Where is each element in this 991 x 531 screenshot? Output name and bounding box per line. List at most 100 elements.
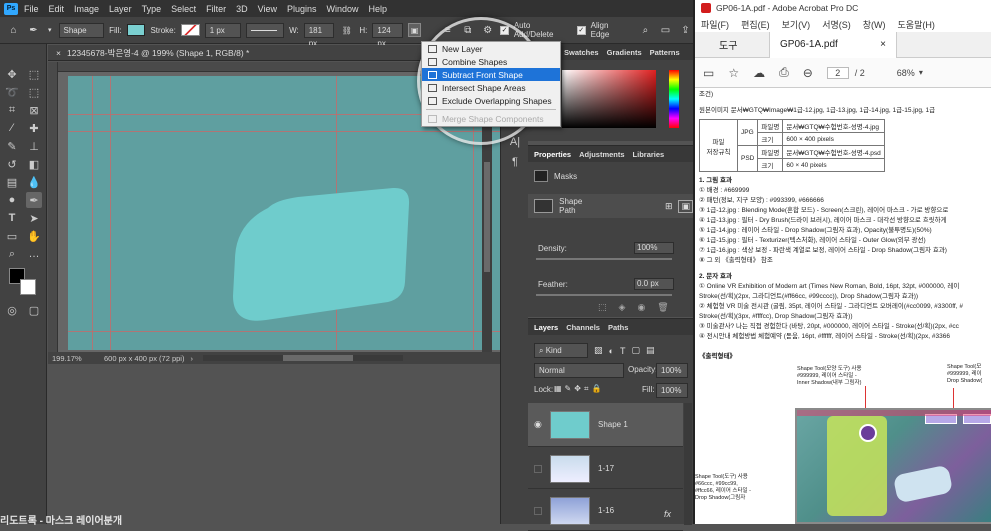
menu-file[interactable]: File xyxy=(24,4,39,14)
tab-properties[interactable]: Properties xyxy=(534,150,571,159)
layers-scrollbar[interactable] xyxy=(684,403,692,525)
opacity-input[interactable]: 100% xyxy=(656,363,688,378)
fill-swatch[interactable] xyxy=(126,24,146,36)
filter-type-icon[interactable]: T xyxy=(620,346,626,356)
filter-adjustment-icon[interactable]: ◐ xyxy=(609,346,614,356)
fx-icon[interactable]: fx xyxy=(664,509,671,519)
rounded-shape[interactable] xyxy=(228,186,418,331)
dodge-tool-icon[interactable]: ● xyxy=(4,192,20,208)
align-edge-checkbox[interactable]: ✓ xyxy=(577,25,586,35)
guide-line[interactable] xyxy=(68,331,500,332)
tab-patterns[interactable]: Patterns xyxy=(650,48,680,57)
tab-document[interactable]: GP06-1A.pdf × xyxy=(769,31,897,58)
chevron-right-icon[interactable]: › xyxy=(190,354,193,363)
history-brush-icon[interactable]: ↺ xyxy=(4,156,20,172)
feather-slider[interactable] xyxy=(536,294,672,296)
gradient-tool-icon[interactable]: ▤ xyxy=(4,174,20,190)
menu-item-subtract-front-shape[interactable]: Subtract Front Shape xyxy=(422,68,560,81)
visibility-eye-icon[interactable]: ◉ xyxy=(534,419,542,430)
acro-menu-window[interactable]: 창(W) xyxy=(863,18,886,31)
layer-kind-select[interactable]: ⌕ Kind xyxy=(534,343,588,358)
chevron-down-icon[interactable]: ▾ xyxy=(919,68,923,77)
vector-mask-icon[interactable]: ▣ xyxy=(678,199,693,213)
bookmark-star-icon[interactable]: ☆ xyxy=(728,66,739,80)
tab-layers[interactable]: Layers xyxy=(534,323,558,332)
visibility-box[interactable] xyxy=(534,464,542,473)
filter-pixel-icon[interactable]: ▨ xyxy=(594,345,603,356)
lock-icons[interactable]: ▦✎✥⌗🔒 xyxy=(554,384,604,394)
menu-image[interactable]: Image xyxy=(74,4,99,14)
stroke-width-input[interactable]: 1 px xyxy=(204,22,241,38)
fill-input[interactable]: 100% xyxy=(656,383,688,398)
more-tools-icon[interactable]: … xyxy=(26,246,42,262)
eraser-tool-icon[interactable]: ◧ xyxy=(26,156,42,172)
width-input[interactable]: 181 px xyxy=(303,22,335,48)
character-panel-icon[interactable]: A| xyxy=(507,134,523,150)
horizontal-scrollbar[interactable] xyxy=(202,355,403,361)
upload-cloud-icon[interactable]: ☁ xyxy=(753,66,765,80)
zoom-select[interactable]: 68% xyxy=(897,68,915,78)
pen-tool-preset-icon[interactable]: ✒ xyxy=(26,22,41,38)
frame-tool-icon[interactable]: ⊠ xyxy=(26,102,42,118)
acro-menu-help[interactable]: 도움말(H) xyxy=(898,18,935,31)
menu-edit[interactable]: Edit xyxy=(49,4,65,14)
marquee-tool-icon[interactable]: ⬚ xyxy=(26,66,42,82)
tab-swatches[interactable]: Swatches xyxy=(564,48,599,57)
object-selection-tool-icon[interactable]: ⬚ xyxy=(26,84,42,100)
background-color-swatch[interactable] xyxy=(20,279,36,295)
apply-mask-icon[interactable]: ◈ xyxy=(619,302,626,313)
acro-menu-view[interactable]: 보기(V) xyxy=(782,18,811,31)
density-input[interactable]: 100% xyxy=(634,242,674,254)
acro-menu-sign[interactable]: 서명(S) xyxy=(822,18,851,31)
menu-item-new-layer[interactable]: New Layer xyxy=(422,42,560,55)
layer-row[interactable]: ◉ Shape 1 xyxy=(528,403,683,447)
shape-path-row[interactable]: Shape Path ⊞ ▣ xyxy=(528,194,693,218)
tab-adjustments[interactable]: Adjustments xyxy=(579,150,624,159)
healing-brush-icon[interactable]: ✚ xyxy=(26,120,42,136)
height-input[interactable]: 124 px xyxy=(372,22,404,48)
blur-tool-icon[interactable]: 💧 xyxy=(26,174,42,190)
tab-tools[interactable]: 도구 xyxy=(709,37,769,52)
menu-layer[interactable]: Layer xyxy=(109,4,132,14)
gear-icon[interactable]: ⚙ xyxy=(480,22,495,38)
menu-item-intersect-shape-areas[interactable]: Intersect Shape Areas xyxy=(422,81,560,94)
page-number-input[interactable]: 2 xyxy=(826,66,849,79)
workspace-icon[interactable]: ▭ xyxy=(658,22,673,38)
brush-tool-icon[interactable]: ✎ xyxy=(4,138,20,154)
color-picker-field[interactable] xyxy=(562,70,656,128)
close-icon[interactable]: × xyxy=(56,48,61,58)
acro-menu-file[interactable]: 파일(F) xyxy=(701,18,729,31)
path-arrangement-icon[interactable]: ⧉ xyxy=(460,22,475,38)
auto-add-delete-checkbox[interactable]: ✓ xyxy=(500,25,509,35)
move-tool-icon[interactable]: ✥ xyxy=(4,66,20,82)
guide-line[interactable] xyxy=(110,76,111,350)
path-alignment-icon[interactable]: ≡ xyxy=(440,22,455,38)
print-icon[interactable]: ⎙ xyxy=(779,65,789,80)
acro-menu-edit[interactable]: 편집(E) xyxy=(741,18,770,31)
zoom-tool-icon[interactable]: ⌕ xyxy=(4,246,20,262)
stroke-type-select[interactable] xyxy=(245,22,285,38)
pen-tool-icon[interactable]: ✒ xyxy=(26,192,42,208)
menu-view[interactable]: View xyxy=(258,4,277,14)
visibility-box[interactable] xyxy=(534,506,542,515)
tool-mode-select[interactable]: Shape xyxy=(58,22,105,38)
stroke-swatch[interactable] xyxy=(180,24,200,36)
filter-smart-icon[interactable]: ▤ xyxy=(646,345,655,356)
lasso-tool-icon[interactable]: ➰ xyxy=(4,84,20,100)
close-icon[interactable]: × xyxy=(880,39,886,50)
load-selection-icon[interactable]: ⬚ xyxy=(598,302,607,313)
menu-help[interactable]: Help xyxy=(369,4,388,14)
tab-paths[interactable]: Paths xyxy=(608,323,628,332)
hand-tool-icon[interactable]: ✋ xyxy=(26,228,42,244)
feather-input[interactable]: 0.0 px xyxy=(634,278,674,290)
blend-mode-select[interactable]: Normal xyxy=(534,363,624,378)
eyedropper-tool-icon[interactable]: ⁄ xyxy=(4,120,20,136)
layer-row[interactable]: 1-16 xyxy=(528,491,683,531)
paragraph-panel-icon[interactable]: ¶ xyxy=(507,154,523,170)
menu-type[interactable]: Type xyxy=(142,4,162,14)
screen-mode-icon[interactable]: ▢ xyxy=(26,302,42,318)
link-icon[interactable]: ⛓ xyxy=(339,22,354,38)
chevron-down-icon[interactable]: ▾ xyxy=(46,22,54,38)
menu-plugins[interactable]: Plugins xyxy=(287,4,317,14)
path-selection-tool-icon[interactable]: ➤ xyxy=(26,210,42,226)
